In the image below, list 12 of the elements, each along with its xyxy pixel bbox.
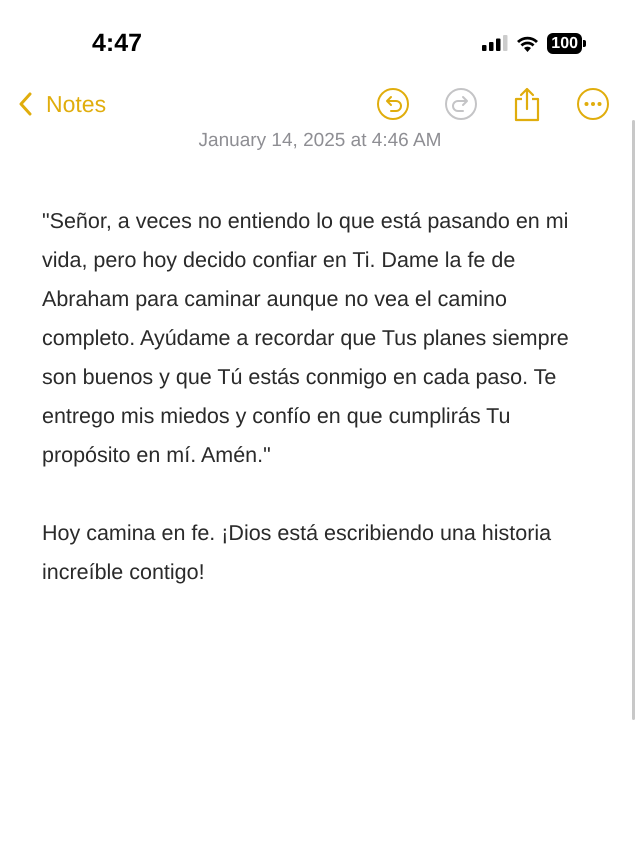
wifi-icon xyxy=(516,34,540,52)
signal-icon xyxy=(482,35,508,51)
share-icon[interactable] xyxy=(512,86,542,122)
note-date: January 14, 2025 at 4:46 AM xyxy=(198,130,442,152)
more-icon[interactable] xyxy=(576,87,610,121)
battery-indicator: 100 xyxy=(547,32,586,54)
status-time: 4:47 xyxy=(92,28,142,58)
note-paragraph: Hoy camina en fe. ¡Dios está escribiendo una historia increíble contigo! xyxy=(42,520,552,586)
undo-icon[interactable] xyxy=(376,87,410,121)
chevron-left-icon xyxy=(18,92,32,116)
back-button[interactable]: Notes xyxy=(18,90,106,118)
note-paragraph: "Señor, a veces no entiendo lo que está pasando en mi vida, pero hoy decido confiar en Ti. Dame la fe de Abraham para caminar aunque no vea el camino completo. Ayúdame a recordar que Tus planes siempre son buenos y que Tú estás conmigo en cada paso. Te entrego mis miedos y confío en que cumplirás Tu propósito en mí. Amén." xyxy=(42,208,570,469)
